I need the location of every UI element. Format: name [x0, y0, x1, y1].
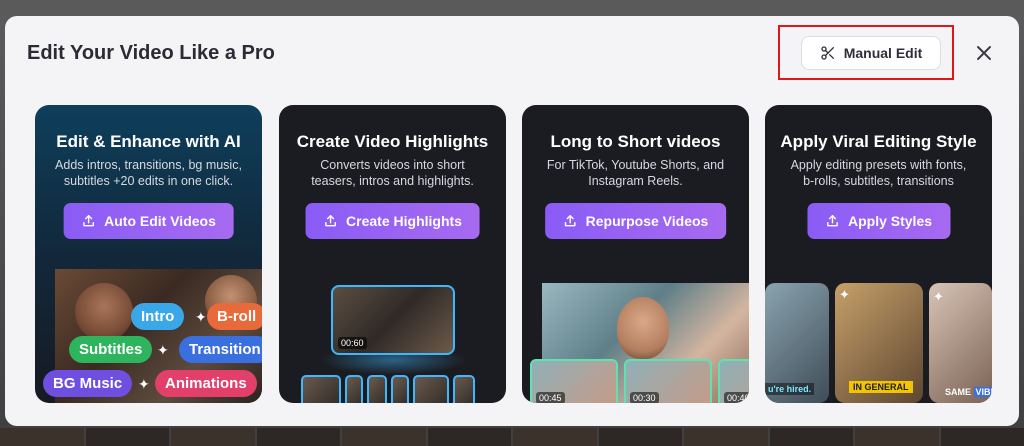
presenter-photo — [617, 297, 669, 359]
card-description-line: Converts videos into short — [320, 158, 465, 172]
short-clips-strip: 00:45 00:30 00:40 — [530, 359, 749, 403]
upload-icon — [826, 215, 838, 227]
viral-style-illustration: u're hired. IN GENERAL SAME VIBE ✦ ✦ — [765, 283, 992, 403]
close-button[interactable] — [971, 40, 997, 66]
card-title: Apply Viral Editing Style — [780, 132, 977, 151]
card-description-line: Apply editing presets with fonts, — [790, 158, 967, 172]
card-description-line: For TikTok, Youtube Shorts, and — [546, 158, 725, 172]
caption-hired: u're hired. — [765, 383, 815, 395]
card-edit-enhance-ai[interactable]: Edit & Enhance with AI Adds intros, tran… — [35, 105, 262, 403]
tag-intro: Intro — [131, 303, 185, 330]
sparkle-icon: ✦ — [157, 342, 169, 358]
cta-label: Auto Edit Videos — [104, 213, 216, 229]
close-icon — [977, 46, 991, 60]
cta-label: Create Highlights — [346, 213, 462, 229]
card-viral-editing-style[interactable]: Apply Viral Editing Style Apply editing … — [765, 105, 992, 403]
short-clip: 00:30 — [624, 359, 712, 403]
cta-label: Apply Styles — [847, 213, 933, 229]
card-description: For TikTok, Youtube Shorts, and Instagra… — [532, 157, 739, 189]
card-create-highlights[interactable]: Create Video Highlights Converts videos … — [279, 105, 506, 403]
tag-broll: B-roll — [207, 303, 262, 330]
manual-edit-label: Manual Edit — [843, 45, 923, 61]
tag-subtitles: Subtitles — [69, 336, 153, 363]
tag-bg-music: BG Music — [43, 370, 133, 397]
card-description: Apply editing presets with fonts, b-roll… — [775, 157, 982, 189]
upload-icon — [82, 215, 94, 227]
cta-label: Repurpose Videos — [585, 213, 709, 229]
caption-in-general: IN GENERAL — [849, 381, 913, 393]
clip-duration: 00:30 — [630, 392, 659, 403]
tag-animations: Animations — [155, 370, 257, 397]
caption-vibe: VIBE — [973, 387, 992, 397]
apply-styles-button[interactable]: Apply Styles — [806, 203, 951, 239]
modal-title: Edit Your Video Like a Pro — [27, 42, 275, 64]
repurpose-videos-button[interactable]: Repurpose Videos — [544, 203, 727, 239]
card-description-line: teasers, intros and highlights. — [311, 174, 474, 188]
background-thumbnail-strip — [0, 428, 1024, 446]
card-description-line: subtitles +20 edits in one click. — [63, 174, 234, 188]
clip-duration: 00:45 — [536, 392, 565, 403]
card-description: Converts videos into short teasers, intr… — [289, 157, 496, 189]
sparkle-icon: ✦ — [138, 376, 150, 392]
timecode: 00:60 — [338, 337, 367, 349]
sparkle-icon: ✦ — [839, 287, 850, 302]
caption-same: SAME — [945, 387, 972, 397]
manual-edit-button[interactable]: Manual Edit — [801, 36, 941, 70]
card-description-line: b-rolls, subtitles, transitions — [803, 174, 954, 188]
card-description: Adds intros, transitions, bg music, subt… — [45, 157, 252, 189]
upload-icon — [564, 215, 576, 227]
host-photo — [75, 283, 133, 341]
short-clip: 00:40 — [718, 359, 749, 403]
scissors-icon — [821, 46, 834, 60]
edit-video-modal: Edit Your Video Like a Pro Manual Edit E… — [5, 16, 1019, 426]
sparkle-icon: ✦ — [933, 289, 944, 304]
ai-edit-illustration: Intro B-roll Subtitles Transition BG Mus… — [43, 269, 262, 403]
caption-same-vibe: SAME VIBE — [945, 387, 992, 397]
card-title: Long to Short videos — [550, 132, 721, 151]
sparkle-icon: ✦ — [195, 309, 207, 325]
tag-transition: Transition — [179, 336, 262, 363]
create-highlights-button[interactable]: Create Highlights — [305, 203, 480, 239]
highlight-thumbnails — [301, 375, 475, 403]
highlight-frame: 00:60 — [331, 285, 455, 355]
card-title: Edit & Enhance with AI — [56, 132, 241, 151]
card-title: Create Video Highlights — [296, 132, 489, 151]
card-description-line: Adds intros, transitions, bg music, — [55, 158, 242, 172]
card-long-to-short[interactable]: Long to Short videos For TikTok, Youtube… — [522, 105, 749, 403]
card-description-line: Instagram Reels. — [588, 174, 683, 188]
short-clip: 00:45 — [530, 359, 618, 403]
clip-duration: 00:40 — [724, 392, 749, 403]
auto-edit-videos-button[interactable]: Auto Edit Videos — [63, 203, 234, 239]
upload-icon — [324, 215, 336, 227]
